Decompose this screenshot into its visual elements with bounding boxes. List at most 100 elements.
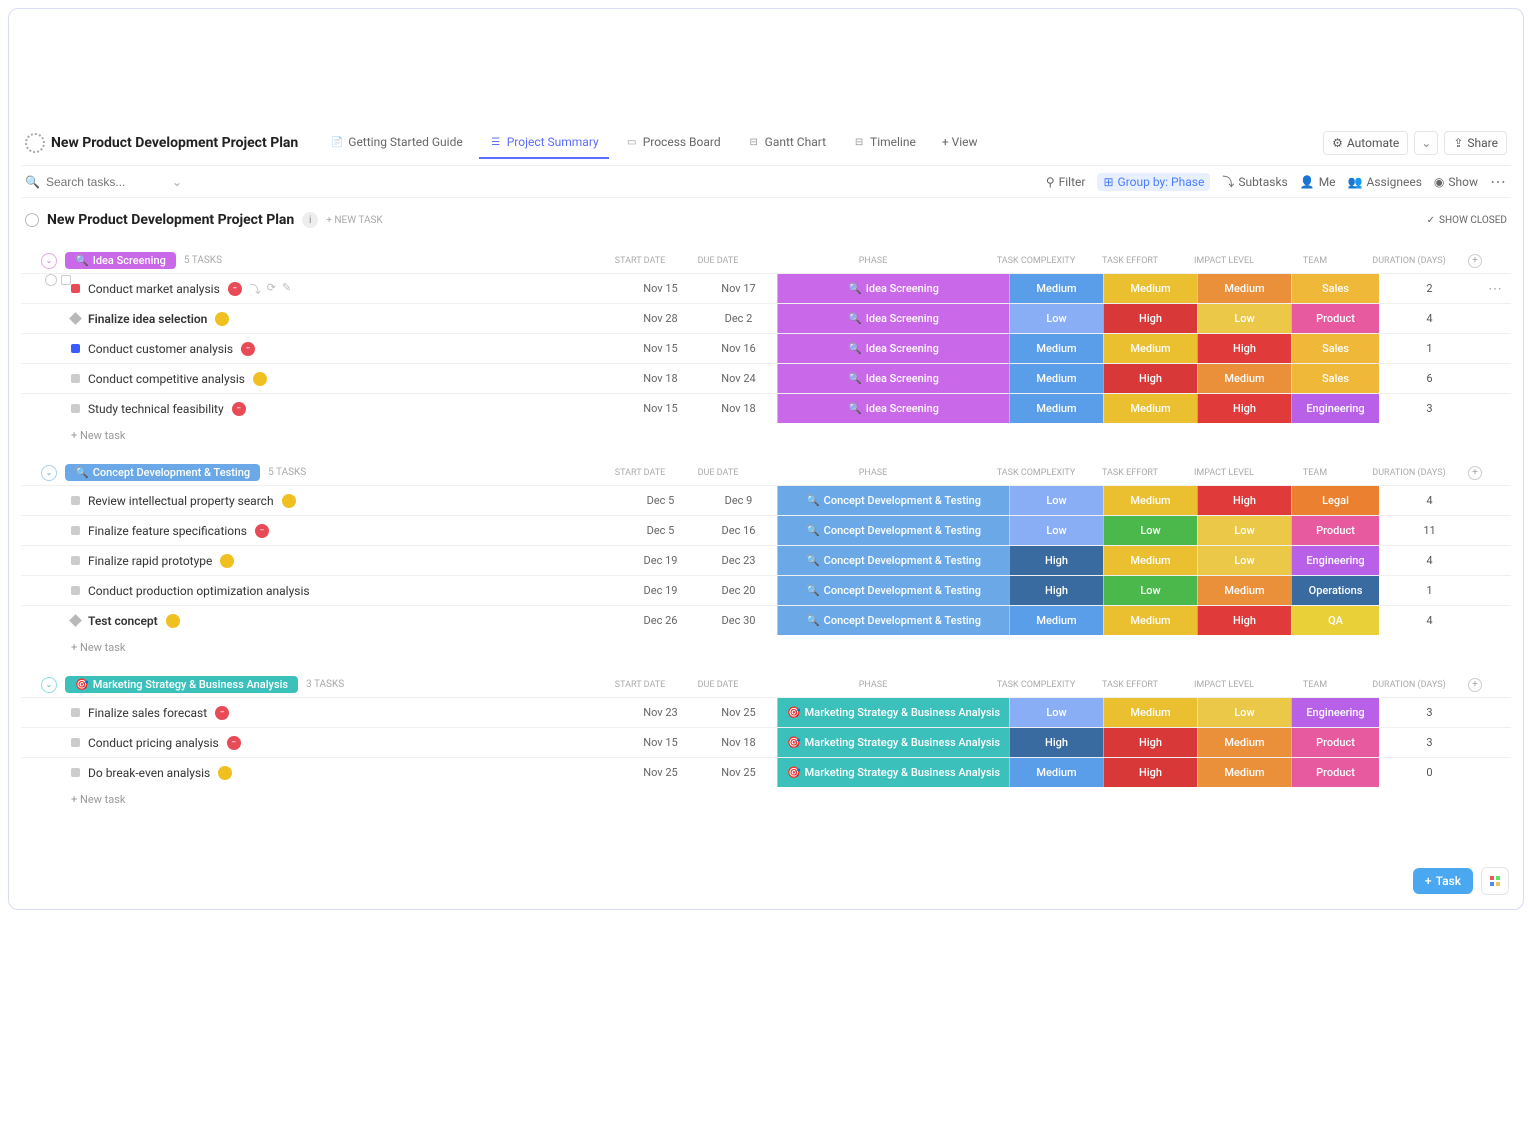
- start-date-cell[interactable]: Nov 25: [621, 758, 699, 787]
- search-dropdown[interactable]: ⌄: [172, 175, 182, 189]
- priority-indicator[interactable]: [71, 586, 80, 595]
- due-date-cell[interactable]: Dec 23: [699, 546, 777, 575]
- row-actions[interactable]: [1479, 728, 1511, 757]
- task-name-cell[interactable]: Review intellectual property search: [21, 486, 621, 515]
- team-cell[interactable]: Product: [1291, 516, 1379, 545]
- select-checkbox[interactable]: [61, 275, 71, 285]
- share-button[interactable]: ⇪ Share: [1444, 131, 1507, 155]
- new-task-row[interactable]: + New task: [21, 787, 1511, 812]
- phase-pill[interactable]: 🔍Concept Development & Testing: [65, 464, 260, 481]
- task-row[interactable]: Finalize feature specifications − Dec 5 …: [21, 515, 1511, 545]
- search-input[interactable]: [46, 175, 166, 189]
- impact-cell[interactable]: Low: [1197, 304, 1291, 333]
- effort-cell[interactable]: Low: [1103, 576, 1197, 605]
- impact-cell[interactable]: Low: [1197, 698, 1291, 727]
- status-badge[interactable]: −: [232, 402, 246, 416]
- phase-cell[interactable]: 🎯Marketing Strategy & Business Analysis: [777, 698, 1009, 727]
- col-team[interactable]: TEAM: [1271, 468, 1359, 478]
- status-badge[interactable]: −: [255, 524, 269, 538]
- info-badge[interactable]: i: [302, 212, 318, 228]
- impact-cell[interactable]: High: [1197, 394, 1291, 423]
- phase-cell[interactable]: 🔍Concept Development & Testing: [777, 486, 1009, 515]
- col-complexity[interactable]: TASK COMPLEXITY: [989, 468, 1083, 478]
- due-date-cell[interactable]: Nov 25: [699, 698, 777, 727]
- collapse-toggle[interactable]: ⌄: [41, 253, 57, 269]
- team-cell[interactable]: Sales: [1291, 274, 1379, 303]
- link-icon[interactable]: ⟳: [267, 281, 276, 297]
- start-date-cell[interactable]: Nov 15: [621, 728, 699, 757]
- status-badge[interactable]: [282, 494, 296, 508]
- start-date-cell[interactable]: Nov 15: [621, 394, 699, 423]
- duration-cell[interactable]: 3: [1379, 728, 1479, 757]
- due-date-cell[interactable]: Nov 18: [699, 394, 777, 423]
- priority-indicator[interactable]: [71, 374, 80, 383]
- row-actions[interactable]: [1479, 334, 1511, 363]
- effort-cell[interactable]: High: [1103, 364, 1197, 393]
- show-closed-button[interactable]: ✓ SHOW CLOSED: [1427, 215, 1507, 226]
- duration-cell[interactable]: 4: [1379, 606, 1479, 635]
- impact-cell[interactable]: Medium: [1197, 364, 1291, 393]
- col-team[interactable]: TEAM: [1271, 680, 1359, 690]
- priority-indicator[interactable]: [71, 496, 80, 505]
- team-cell[interactable]: Legal: [1291, 486, 1379, 515]
- effort-cell[interactable]: Medium: [1103, 334, 1197, 363]
- due-date-cell[interactable]: Nov 16: [699, 334, 777, 363]
- task-name-cell[interactable]: Do break-even analysis: [21, 758, 621, 787]
- duration-cell[interactable]: 11: [1379, 516, 1479, 545]
- priority-indicator[interactable]: [71, 556, 80, 565]
- complexity-cell[interactable]: Low: [1009, 486, 1103, 515]
- tab-timeline[interactable]: ⊟ Timeline: [842, 127, 926, 159]
- complexity-cell[interactable]: Low: [1009, 516, 1103, 545]
- duration-cell[interactable]: 3: [1379, 394, 1479, 423]
- task-row[interactable]: Conduct production optimization analysis…: [21, 575, 1511, 605]
- new-task-fab[interactable]: + Task: [1413, 868, 1473, 894]
- row-actions[interactable]: [1479, 546, 1511, 575]
- col-complexity[interactable]: TASK COMPLEXITY: [989, 256, 1083, 266]
- duration-cell[interactable]: 1: [1379, 334, 1479, 363]
- complexity-cell[interactable]: High: [1009, 728, 1103, 757]
- effort-cell[interactable]: Medium: [1103, 546, 1197, 575]
- impact-cell[interactable]: High: [1197, 334, 1291, 363]
- task-name-cell[interactable]: Conduct customer analysis −: [21, 334, 621, 363]
- start-date-cell[interactable]: Dec 5: [621, 486, 699, 515]
- col-start-date[interactable]: START DATE: [601, 680, 679, 690]
- col-duration[interactable]: DURATION (DAYS): [1359, 256, 1459, 266]
- status-badge[interactable]: [220, 554, 234, 568]
- add-column[interactable]: +: [1459, 254, 1491, 268]
- team-cell[interactable]: Engineering: [1291, 546, 1379, 575]
- due-date-cell[interactable]: Dec 9: [699, 486, 777, 515]
- status-badge[interactable]: −: [228, 282, 242, 296]
- row-actions[interactable]: [1479, 394, 1511, 423]
- priority-indicator[interactable]: [71, 404, 80, 413]
- task-row[interactable]: Conduct competitive analysis Nov 18 Nov …: [21, 363, 1511, 393]
- task-name-cell[interactable]: Finalize sales forecast −: [21, 698, 621, 727]
- col-impact[interactable]: IMPACT LEVEL: [1177, 680, 1271, 690]
- task-name-cell[interactable]: Conduct pricing analysis −: [21, 728, 621, 757]
- task-name-cell[interactable]: Conduct production optimization analysis: [21, 576, 621, 605]
- row-actions[interactable]: [1479, 304, 1511, 333]
- subtasks-button[interactable]: ⤵ Subtasks: [1222, 173, 1287, 190]
- status-badge[interactable]: [218, 766, 232, 780]
- team-cell[interactable]: Engineering: [1291, 698, 1379, 727]
- complexity-cell[interactable]: Medium: [1009, 364, 1103, 393]
- task-row[interactable]: Finalize idea selection Nov 28 Dec 2 🔍Id…: [21, 303, 1511, 333]
- start-date-cell[interactable]: Nov 15: [621, 274, 699, 303]
- effort-cell[interactable]: High: [1103, 304, 1197, 333]
- start-date-cell[interactable]: Dec 19: [621, 576, 699, 605]
- start-date-cell[interactable]: Dec 5: [621, 516, 699, 545]
- effort-cell[interactable]: High: [1103, 758, 1197, 787]
- impact-cell[interactable]: Low: [1197, 516, 1291, 545]
- col-impact[interactable]: IMPACT LEVEL: [1177, 468, 1271, 478]
- col-effort[interactable]: TASK EFFORT: [1083, 256, 1177, 266]
- due-date-cell[interactable]: Nov 25: [699, 758, 777, 787]
- task-row[interactable]: Finalize sales forecast − Nov 23 Nov 25 …: [21, 697, 1511, 727]
- start-date-cell[interactable]: Dec 26: [621, 606, 699, 635]
- complexity-cell[interactable]: Low: [1009, 698, 1103, 727]
- tab-gantt-chart[interactable]: ⊟ Gantt Chart: [737, 127, 836, 159]
- priority-indicator[interactable]: [71, 526, 80, 535]
- apps-fab[interactable]: [1481, 867, 1509, 895]
- status-badge[interactable]: [166, 614, 180, 628]
- row-actions[interactable]: [1479, 364, 1511, 393]
- add-column[interactable]: +: [1459, 466, 1491, 480]
- effort-cell[interactable]: Medium: [1103, 486, 1197, 515]
